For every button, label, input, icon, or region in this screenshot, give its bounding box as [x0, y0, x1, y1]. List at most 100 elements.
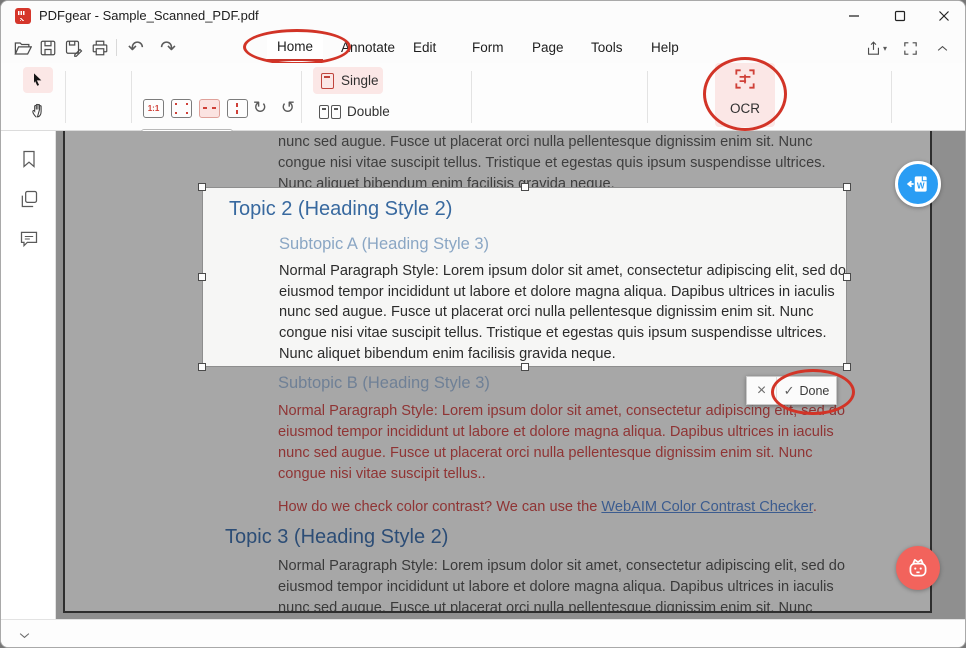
tab-edit[interactable]: Edit [403, 33, 446, 61]
status-bar: 3/3 − 107% + [1, 619, 966, 648]
tab-help[interactable]: Help [641, 33, 689, 61]
main-toolbar: Print 107% − + 1:1 ↻ ↺ Single [1, 63, 966, 131]
fullscreen-button[interactable] [899, 37, 921, 59]
close-button[interactable] [921, 1, 966, 31]
text-line: congue nisi vitae suscipit tellus. Trist… [278, 153, 826, 174]
selection-handle-n[interactable] [521, 183, 529, 191]
tab-tools[interactable]: Tools [581, 33, 633, 61]
share-button[interactable]: ▾ [865, 37, 887, 59]
save-button[interactable] [37, 37, 59, 59]
fit-page-button[interactable] [171, 99, 192, 118]
minimize-icon [848, 10, 860, 22]
rotate-clockwise-button[interactable]: ↻ [249, 97, 271, 119]
svg-text:W: W [917, 181, 925, 190]
save-as-button[interactable] [63, 37, 85, 59]
fit-width-button[interactable] [199, 99, 220, 118]
close-icon [938, 10, 950, 22]
single-page-icon [321, 73, 334, 89]
text-line: eiusmod tempor incididunt ut labore et d… [278, 422, 845, 443]
divider [131, 71, 132, 123]
open-folder-icon [13, 39, 32, 58]
maximize-icon [894, 10, 906, 22]
app-window: PDFgear - Sample_Scanned_PDF.pdf ↶ ↷ Hom… [0, 0, 966, 648]
quick-print-button[interactable] [89, 37, 111, 59]
selection-handle-ne[interactable] [843, 183, 851, 191]
comments-panel-button[interactable] [19, 229, 39, 249]
tab-form[interactable]: Form [462, 33, 514, 61]
text-line: nunc sed augue. Fusce ut placerat orci n… [278, 598, 845, 613]
red-paragraph: Normal Paragraph Style: Lorem ipsum dolo… [278, 401, 845, 485]
divider [116, 39, 117, 56]
open-file-button[interactable] [11, 37, 33, 59]
hand-icon [30, 102, 47, 119]
double-page-button[interactable]: Double [311, 98, 389, 125]
text-line: nunc sed augue. Fusce ut placerat orci n… [278, 132, 826, 153]
save-as-icon [65, 39, 83, 57]
chevron-up-icon [935, 41, 950, 56]
left-sidebar [1, 131, 56, 619]
text-line: Normal Paragraph Style: Lorem ipsum dolo… [279, 261, 846, 282]
word-convert-icon: W [905, 171, 931, 197]
window-title: PDFgear - Sample_Scanned_PDF.pdf [39, 8, 259, 23]
share-icon [865, 39, 882, 58]
close-icon: × [757, 382, 766, 400]
collapse-sidebar-button[interactable] [13, 625, 35, 645]
collapse-toolbar-button[interactable] [931, 37, 953, 59]
ai-assistant-fab[interactable] [896, 546, 940, 590]
minimize-button[interactable] [831, 1, 876, 31]
ocr-cancel-button[interactable]: × [747, 377, 777, 404]
title-bar: PDFgear - Sample_Scanned_PDF.pdf [1, 1, 966, 31]
tab-annotate[interactable]: Annotate [331, 33, 405, 61]
divider [891, 71, 892, 123]
webaim-link[interactable]: WebAIM Color Contrast Checker [601, 499, 812, 515]
dimmed-paragraph-top: nunc sed augue. Fusce ut placerat orci n… [278, 132, 826, 194]
rotate-ccw-icon: ↺ [281, 98, 295, 118]
save-icon [39, 39, 57, 57]
select-tool-button[interactable] [23, 67, 53, 93]
redo-button[interactable]: ↷ [157, 37, 179, 59]
bookmark-icon [19, 149, 39, 169]
document-canvas[interactable]: nunc sed augue. Fusce ut placerat orci n… [56, 131, 966, 619]
chevron-down-icon [17, 628, 32, 643]
ocr-done-button[interactable]: ✓ Done [777, 383, 836, 399]
topic-2-heading: Topic 2 (Heading Style 2) [229, 198, 452, 221]
hand-tool-button[interactable] [23, 97, 53, 123]
rotate-counterclockwise-button[interactable]: ↺ [277, 97, 299, 119]
convert-to-word-fab[interactable]: W [895, 161, 941, 207]
divider [647, 71, 648, 123]
caret-down-icon: ▾ [883, 44, 887, 53]
text-line: congue nisi vitae suscipit tellus. Trist… [279, 323, 846, 344]
selection-handle-w[interactable] [198, 273, 206, 281]
tab-home[interactable]: Home [267, 33, 323, 61]
single-page-button[interactable]: Single [313, 67, 383, 94]
bookmarks-panel-button[interactable] [19, 149, 39, 169]
selection-handle-sw[interactable] [198, 363, 206, 371]
tab-page[interactable]: Page [522, 33, 574, 61]
selection-handle-se[interactable] [843, 363, 851, 371]
text-line: congue nisi vitae suscipit tellus.. [278, 464, 845, 485]
text-line: eiusmod tempor incididunt ut labore et d… [279, 282, 846, 303]
pdfgear-logo-icon [15, 8, 31, 24]
undo-icon: ↶ [128, 37, 144, 59]
thumbnails-panel-button[interactable] [19, 189, 39, 209]
ocr-button[interactable]: OCR [715, 63, 775, 127]
robot-icon [905, 555, 931, 581]
selection-handle-s[interactable] [521, 363, 529, 371]
ocr-confirm-popup: × ✓ Done [746, 376, 837, 405]
printer-icon [91, 39, 109, 57]
divider [301, 71, 302, 123]
pdf-page: nunc sed augue. Fusce ut placerat orci n… [63, 131, 932, 613]
subtopic-b-heading: Subtopic B (Heading Style 3) [278, 374, 490, 393]
topic-3-heading: Topic 3 (Heading Style 2) [225, 526, 448, 549]
undo-button[interactable]: ↶ [125, 37, 147, 59]
divider [471, 71, 472, 123]
divider [65, 71, 66, 123]
selection-handle-nw[interactable] [198, 183, 206, 191]
text-line: nunc sed augue. Fusce ut placerat orci n… [279, 302, 846, 323]
selection-handle-e[interactable] [843, 273, 851, 281]
ocr-selection-region[interactable]: Topic 2 (Heading Style 2) Subtopic A (He… [202, 187, 847, 367]
ocr-icon [732, 66, 758, 92]
fit-height-button[interactable] [227, 99, 248, 118]
actual-size-button[interactable]: 1:1 [143, 99, 164, 118]
maximize-button[interactable] [877, 1, 922, 31]
